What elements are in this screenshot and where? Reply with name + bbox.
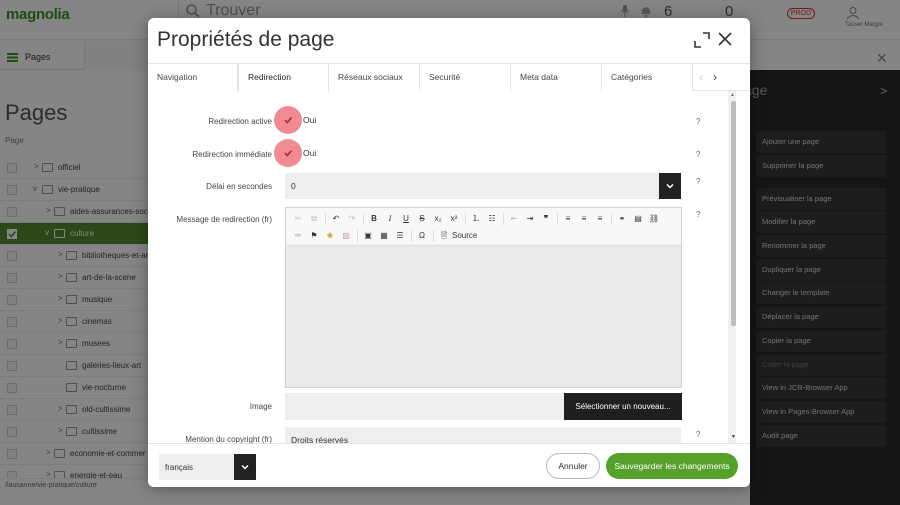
help-icon[interactable]: ? — [696, 430, 700, 439]
toolbar-separator — [357, 230, 358, 242]
scroll-down-icon[interactable]: ▼ — [731, 434, 736, 440]
check-icon — [284, 149, 293, 157]
redo-icon[interactable]: ↷ — [345, 212, 359, 226]
strikethrough-icon[interactable]: S — [415, 212, 429, 226]
help-icon[interactable]: ? — [696, 210, 700, 219]
delay-select[interactable]: 0 — [285, 173, 681, 199]
outdent-icon[interactable]: ⇤ — [507, 212, 521, 226]
toolbar-separator — [363, 213, 364, 225]
language-dropdown-button[interactable] — [234, 454, 256, 480]
tab-social[interactable]: Réseaux sociaux — [329, 64, 420, 91]
redirection-immediate-value: Oui — [303, 148, 317, 158]
tab-security[interactable]: Securité — [420, 64, 511, 91]
horizontal-rule-icon[interactable]: ☰ — [393, 229, 407, 243]
page-properties-dialog: Propriétés de page Navigation Redirectio… — [148, 18, 750, 487]
align-center-icon[interactable]: ≡ — [593, 212, 607, 226]
dialog-title: Propriétés de page — [157, 28, 335, 51]
tab-meta-data[interactable]: Meta data — [511, 64, 602, 91]
toolbar-separator — [611, 213, 612, 225]
rich-text-editor: ✂ ⧉ ↶ ↷ B I U S x₂ x² ⒈ ☷ ⇤ ⇥ ❞ ≡ ≡ ≡ ⚭ … — [285, 207, 682, 388]
tab-categories[interactable]: Catégories — [602, 64, 693, 91]
image-label: Image — [249, 402, 272, 411]
help-icon[interactable]: ? — [696, 117, 700, 126]
tab-redirection[interactable]: Redirection — [238, 64, 329, 92]
align-left-icon[interactable]: ≡ — [561, 212, 575, 226]
bullet-list-icon[interactable]: ☷ — [485, 212, 499, 226]
redirection-immediate-checkbox[interactable] — [274, 139, 302, 167]
toolbar-separator — [411, 230, 412, 242]
chevron-right-icon[interactable]: › — [713, 70, 717, 84]
copy-icon[interactable]: ⧉ — [307, 212, 321, 226]
redirect-message-label: Message de redirection (fr) — [176, 215, 272, 224]
superscript-icon[interactable]: x² — [447, 212, 461, 226]
unlink-icon[interactable]: ⚮ — [291, 229, 305, 243]
select-image-button[interactable]: Sélectionner un nouveau... — [564, 393, 682, 420]
save-button[interactable]: Sauvegarder les changements — [606, 453, 738, 479]
subscript-icon[interactable]: x₂ — [431, 212, 445, 226]
numbered-list-icon[interactable]: ⒈ — [469, 212, 483, 226]
toolbar-separator — [433, 230, 434, 242]
dialog-footer: français Annuler Sauvegarder les changem… — [148, 443, 750, 487]
asset-link-icon[interactable]: ⛓ — [647, 212, 661, 226]
source-icon[interactable]: 🗎 — [437, 229, 451, 243]
flash-icon[interactable]: ▧ — [339, 229, 353, 243]
special-char-icon[interactable]: Ω — [415, 229, 429, 243]
toolbar-separator — [325, 213, 326, 225]
delay-value: 0 — [291, 181, 296, 191]
cancel-button[interactable]: Annuler — [546, 453, 600, 479]
redirection-active-checkbox[interactable] — [274, 106, 302, 134]
blockquote-icon[interactable]: ❞ — [539, 212, 553, 226]
redirection-immediate-label: Redirection immédiate — [192, 150, 272, 159]
internal-link-icon[interactable]: ▤ — [631, 212, 645, 226]
bold-icon[interactable]: B — [367, 212, 381, 226]
source-button-label[interactable]: Source — [452, 231, 477, 240]
delay-dropdown-button[interactable] — [659, 173, 681, 199]
link-icon[interactable]: ⚭ — [615, 212, 629, 226]
check-icon — [284, 116, 293, 124]
help-icon[interactable]: ? — [696, 150, 700, 159]
cut-icon[interactable]: ✂ — [291, 212, 305, 226]
dialog-tabs: Navigation Redirection Réseaux sociaux S… — [148, 63, 750, 92]
close-icon[interactable] — [718, 32, 732, 46]
toolbar-separator — [557, 213, 558, 225]
insert-image-icon[interactable]: ▣ — [361, 229, 375, 243]
chevron-down-icon — [241, 464, 249, 470]
redirection-active-label: Redirection active — [208, 117, 272, 126]
help-icon[interactable]: ? — [696, 177, 700, 186]
toolbar-separator — [503, 213, 504, 225]
chevron-down-icon — [666, 183, 674, 189]
toolbar-separator — [465, 213, 466, 225]
italic-icon[interactable]: I — [383, 212, 397, 226]
scrollbar-thumb[interactable] — [731, 101, 736, 326]
delay-label: Délai en secondes — [206, 182, 272, 191]
align-right-icon[interactable]: ≡ — [577, 212, 591, 226]
undo-icon[interactable]: ↶ — [329, 212, 343, 226]
scroll-up-icon[interactable]: ▲ — [730, 92, 735, 98]
image-icon[interactable]: ❀ — [323, 229, 337, 243]
underline-icon[interactable]: U — [399, 212, 413, 226]
editor-toolbar: ✂ ⧉ ↶ ↷ B I U S x₂ x² ⒈ ☷ ⇤ ⇥ ❞ ≡ ≡ ≡ ⚭ … — [286, 208, 681, 246]
table-icon[interactable]: ▦ — [377, 229, 391, 243]
redirection-active-value: Oui — [303, 115, 317, 125]
indent-icon[interactable]: ⇥ — [523, 212, 537, 226]
tab-navigation[interactable]: Navigation — [148, 64, 238, 91]
language-select[interactable]: français — [159, 454, 235, 480]
editor-content-area[interactable] — [286, 246, 681, 387]
dialog-content: ▲ ▼ Redirection active Oui ? Redirection… — [148, 91, 750, 447]
expand-icon[interactable] — [694, 32, 710, 48]
language-value: français — [165, 463, 194, 472]
anchor-flag-icon[interactable]: ⚑ — [307, 229, 321, 243]
chevron-left-icon[interactable]: ‹ — [699, 70, 703, 84]
